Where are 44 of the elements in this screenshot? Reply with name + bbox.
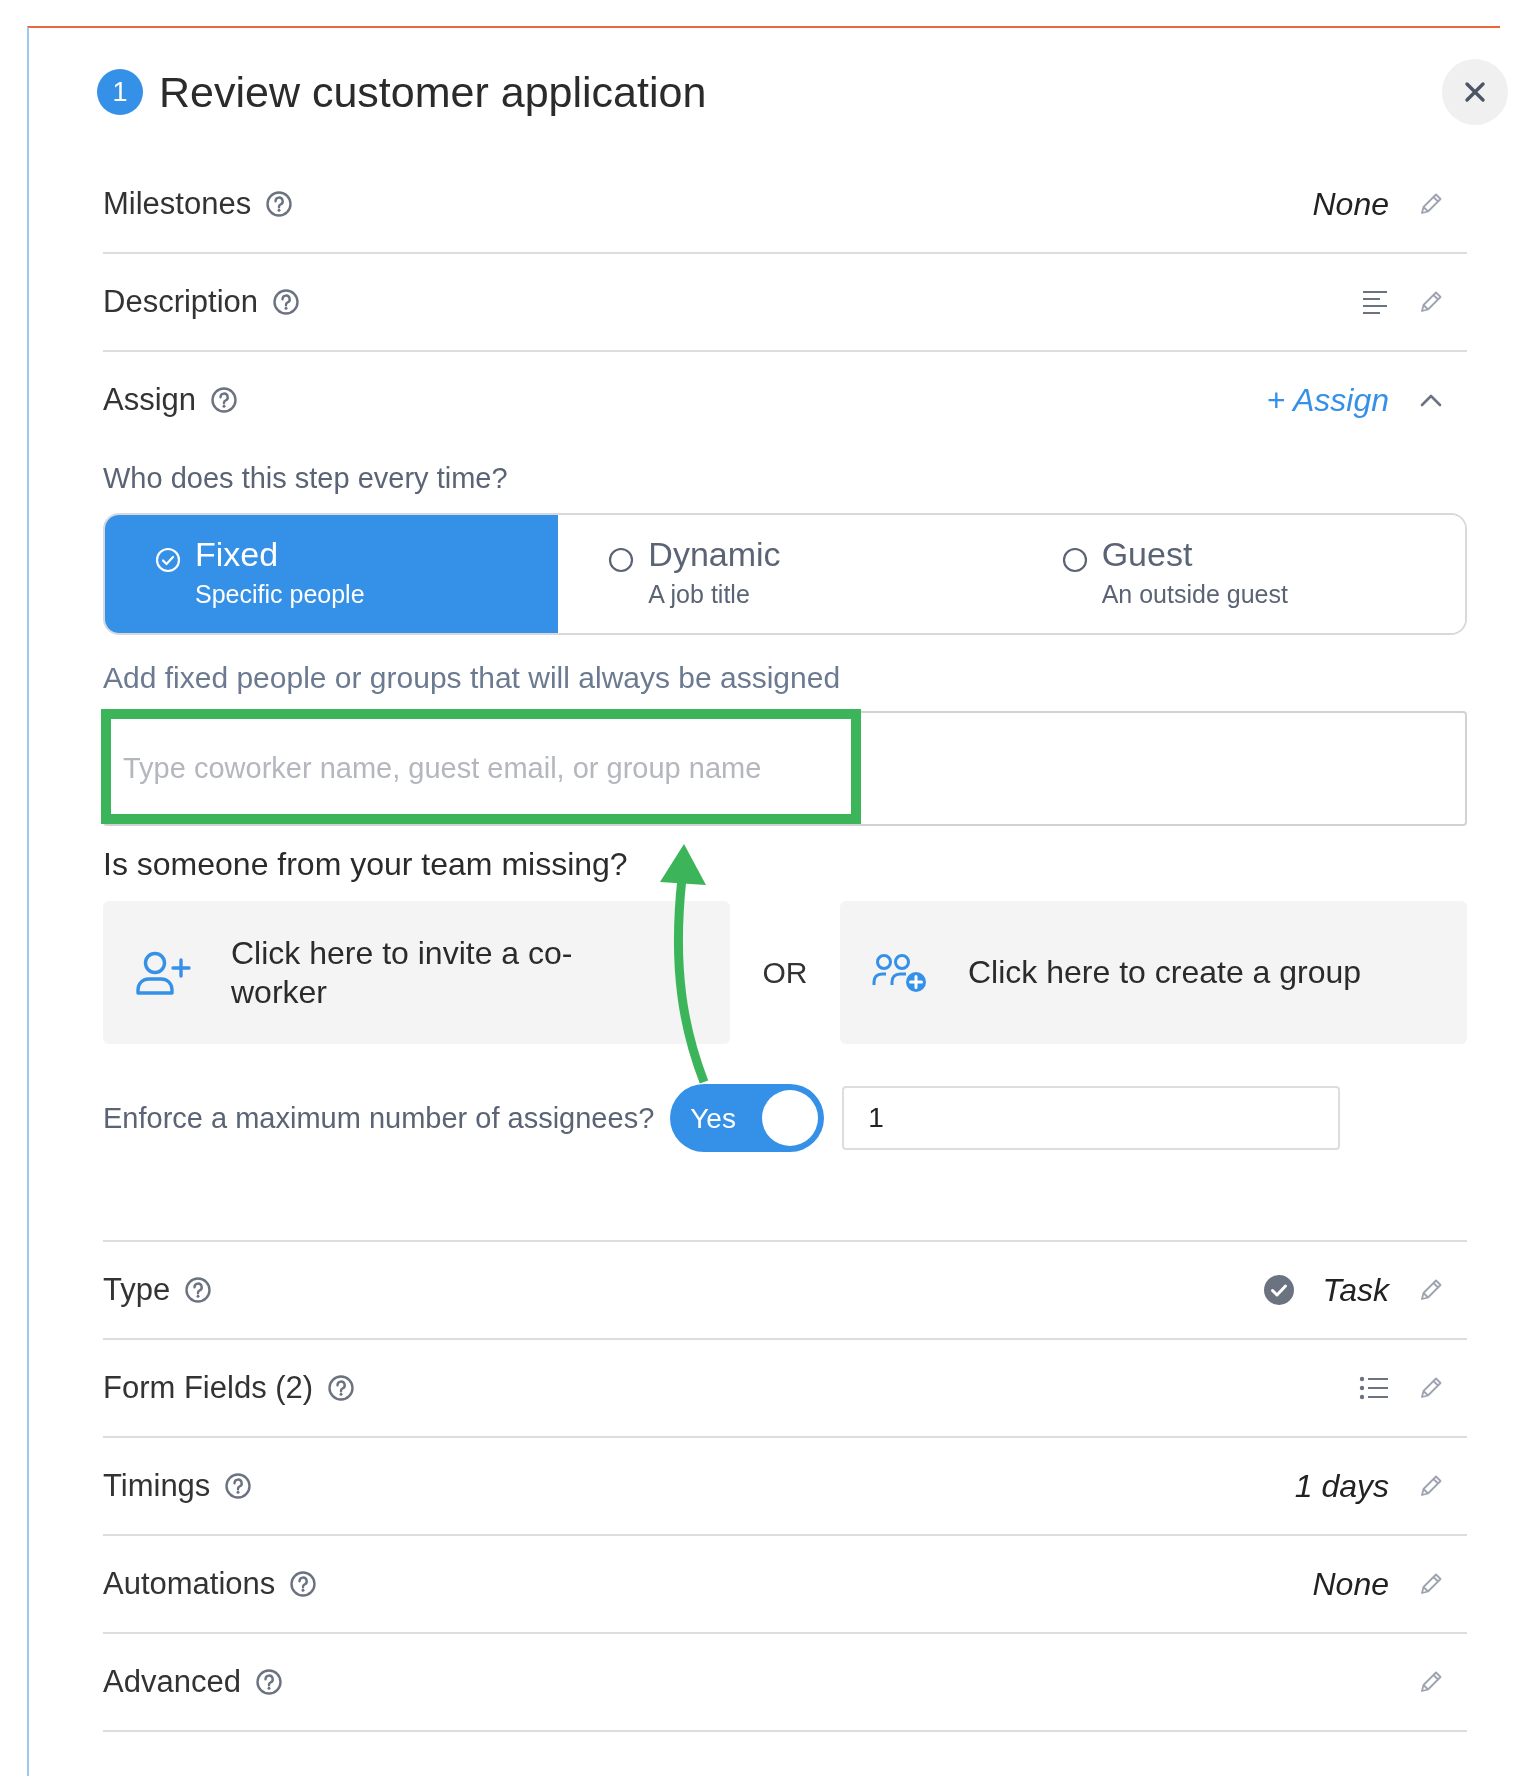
help-icon[interactable]: [327, 1374, 356, 1402]
field-label: Form Fields (2): [103, 1370, 314, 1406]
step-title: Review customer application: [159, 67, 708, 117]
field-label: Type: [103, 1272, 171, 1308]
help-icon[interactable]: [210, 386, 239, 414]
create-group-button[interactable]: Click here to create a group: [840, 901, 1467, 1044]
help-icon[interactable]: [272, 288, 301, 316]
list-icon: [1359, 1375, 1389, 1401]
or-text: OR: [761, 955, 809, 990]
radio-icon: [1061, 547, 1088, 573]
enforce-label: Enforce a maximum number of assignees?: [103, 1101, 655, 1135]
help-icon[interactable]: [224, 1472, 253, 1500]
field-label: Automations: [103, 1566, 276, 1602]
field-label: Milestones: [103, 186, 252, 222]
question-text: Who does this step every time?: [103, 462, 509, 495]
help-icon[interactable]: [265, 190, 294, 218]
help-icon[interactable]: [184, 1276, 213, 1304]
field-value: None: [1312, 185, 1389, 223]
field-label: Advanced: [103, 1664, 241, 1700]
field-label: Assign: [103, 382, 197, 418]
group-add-icon: [872, 952, 928, 993]
invite-coworker-button[interactable]: Click here to invite a co-worker: [103, 901, 730, 1044]
missing-text: Is someone from your team missing?: [103, 846, 629, 883]
check-circle-icon: [155, 547, 181, 573]
assignee-input[interactable]: Type coworker name, guest email, or group name: [103, 711, 1467, 826]
assign-link[interactable]: + Assign: [1266, 381, 1389, 419]
field-value: 1 days: [1294, 1467, 1389, 1505]
max-assignees-input[interactable]: 1: [842, 1086, 1341, 1150]
chevron-up-icon[interactable]: [1419, 392, 1443, 408]
field-value: None: [1312, 1565, 1389, 1603]
radio-icon: [608, 547, 635, 573]
help-icon[interactable]: [289, 1570, 318, 1598]
text-lines-icon: [1361, 289, 1389, 315]
step-number: 1: [97, 69, 143, 115]
field-value: Task: [1322, 1271, 1389, 1309]
hint-text: Add fixed people or groups that will always be assigned: [103, 661, 842, 695]
close-icon: [1464, 81, 1486, 103]
user-plus-icon: [135, 949, 191, 996]
field-label: Description: [103, 284, 259, 320]
field-label: Timings: [103, 1468, 211, 1504]
toggle-switch[interactable]: Yes: [670, 1084, 825, 1152]
help-icon[interactable]: [254, 1668, 283, 1696]
check-circle-icon: [1262, 1274, 1295, 1306]
assignment-option[interactable]: Fixed Specific people: [105, 515, 559, 633]
